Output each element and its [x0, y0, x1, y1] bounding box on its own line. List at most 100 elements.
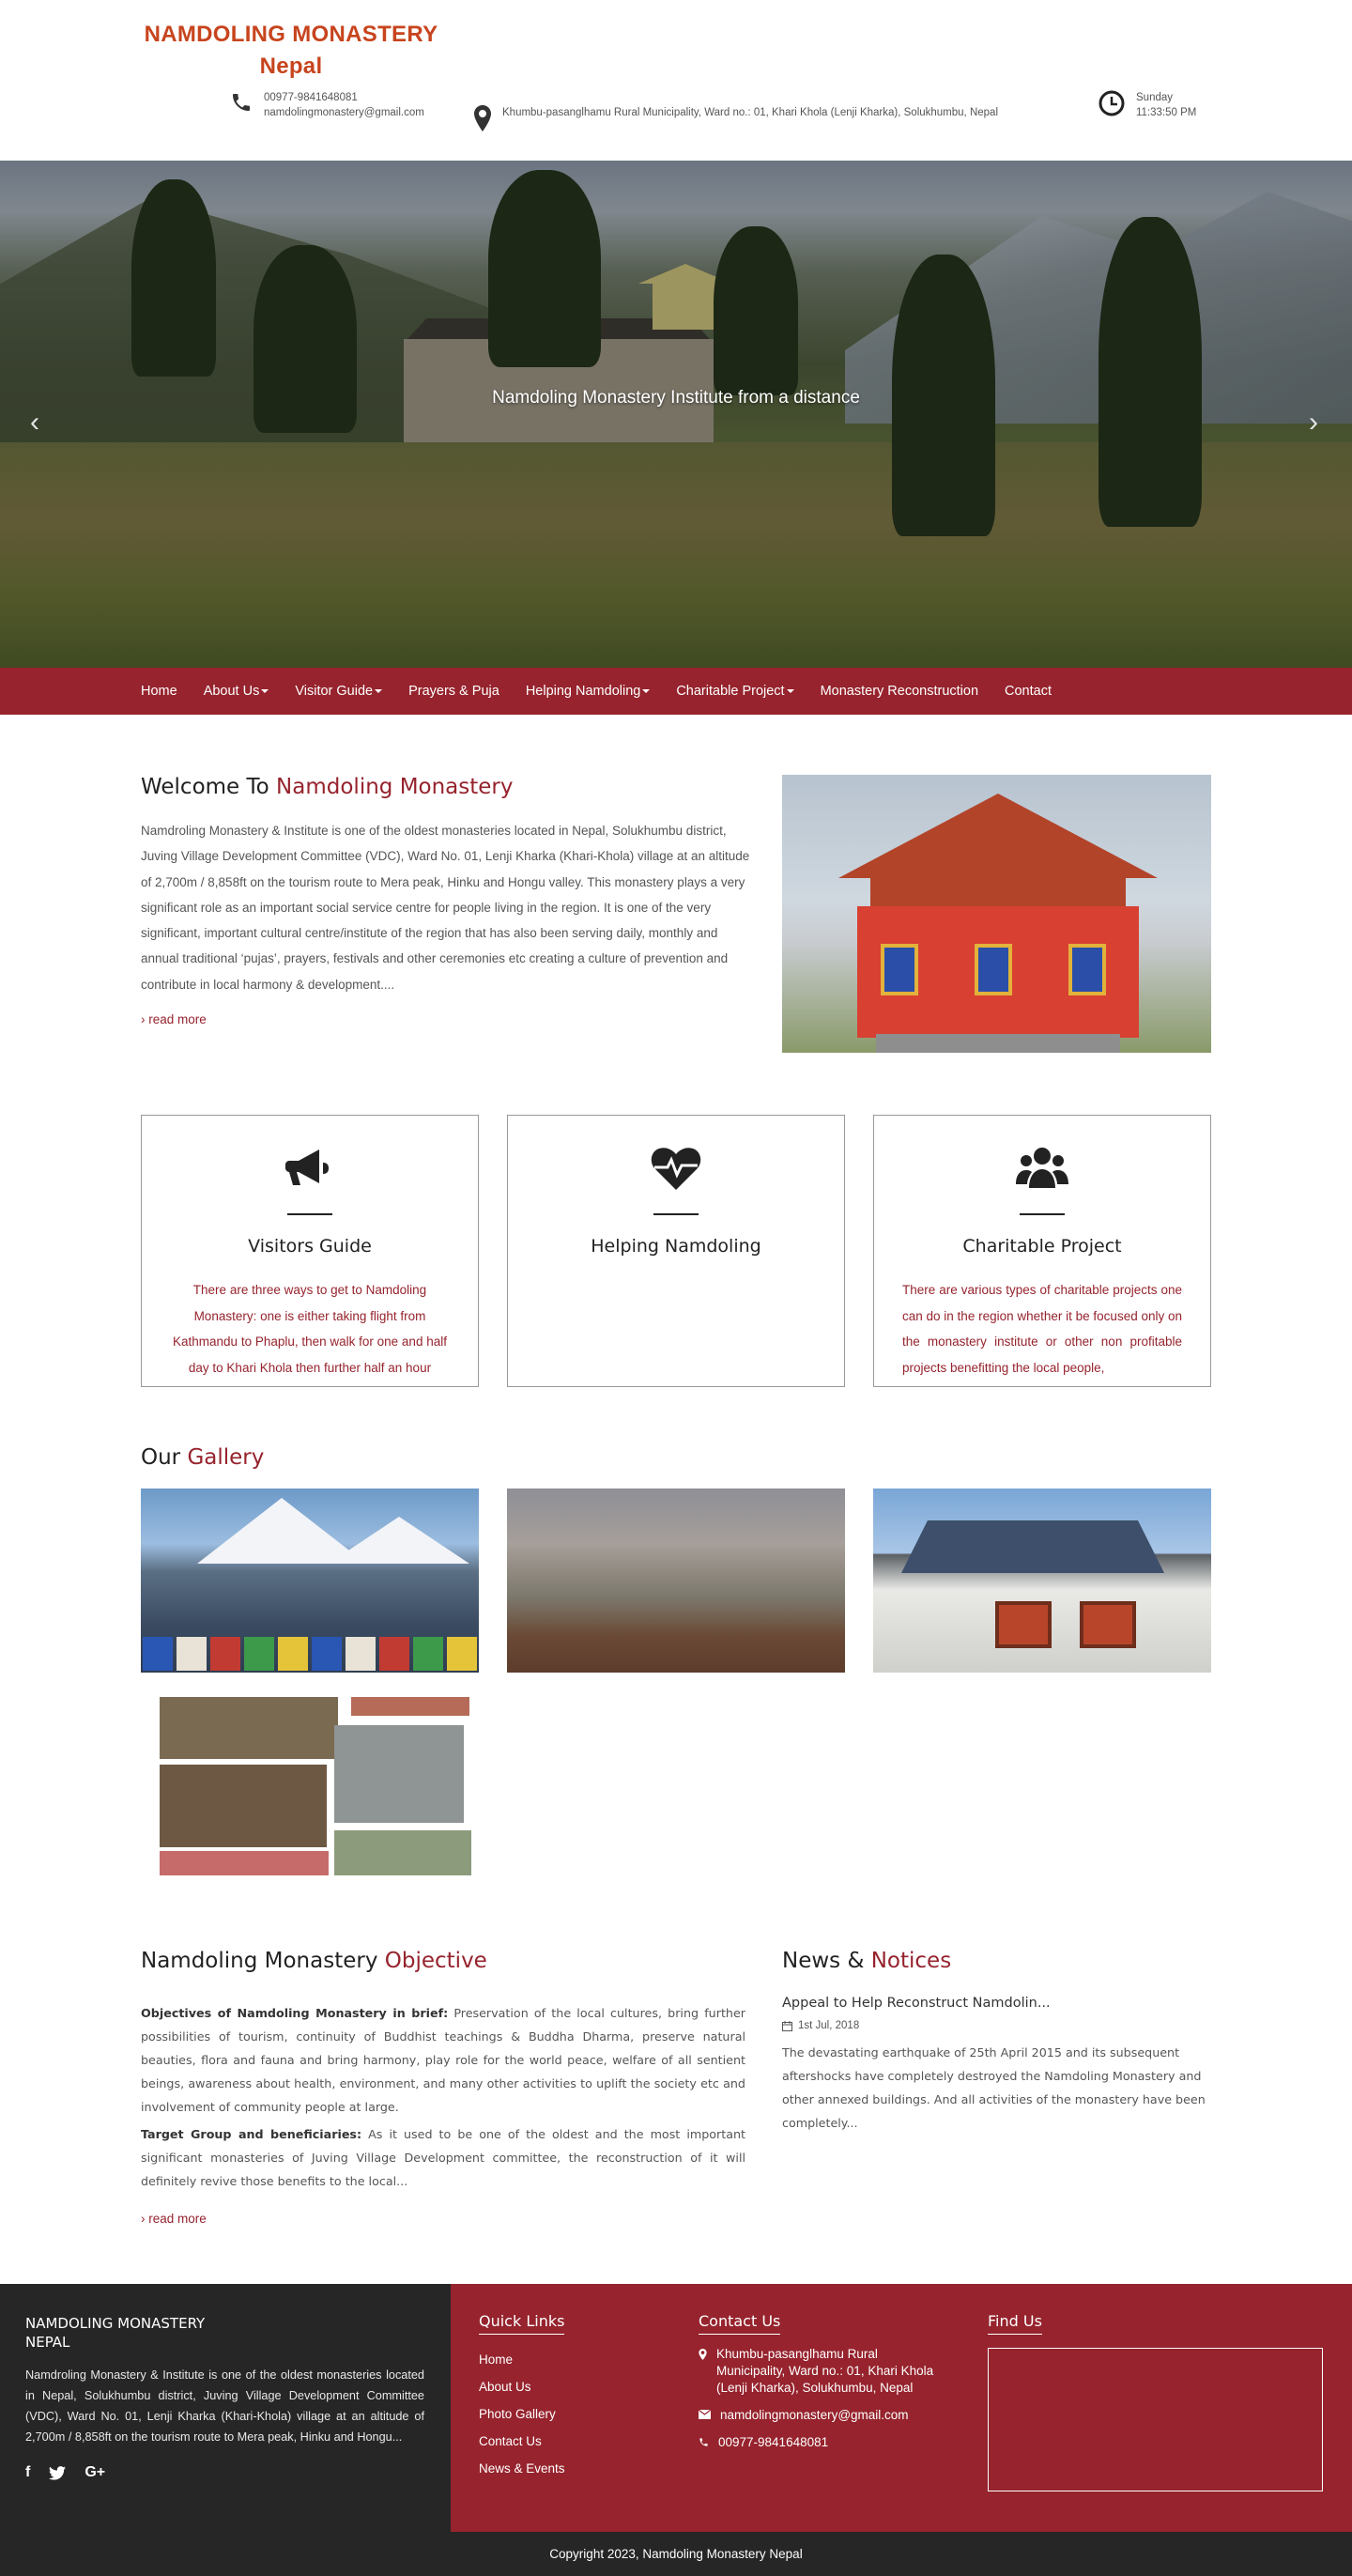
snow-peak — [197, 1498, 366, 1564]
header-time: 11:33:50 PM — [1136, 107, 1197, 118]
footer-brand: NAMDOLING MONASTERY NEPAL — [25, 2314, 424, 2352]
map-marker-icon — [699, 2349, 707, 2360]
header-phone[interactable]: 00977-9841648081 — [264, 90, 424, 105]
news-heading-accent: Notices — [870, 1949, 952, 1973]
google-plus-icon[interactable]: G+ — [84, 2464, 105, 2481]
header-address: Khumbu-pasanglhamu Rural Municipality, W… — [474, 105, 998, 131]
slider-prev-button[interactable]: ‹ — [30, 407, 39, 439]
header-address-text: Khumbu-pasanglhamu Rural Municipality, W… — [502, 107, 998, 118]
footer-about: NAMDOLING MONASTERY NEPAL Namdroling Mona… — [0, 2284, 451, 2532]
footer-link-about-us[interactable]: About Us — [479, 2373, 565, 2400]
nav-item-about-us[interactable]: About Us — [204, 684, 269, 699]
feature-boxes: Visitors Guide There are three ways to g… — [141, 1115, 1211, 1387]
collage-photo — [160, 1697, 338, 1759]
feature-text: There are various types of charitable pr… — [902, 1283, 1182, 1375]
phone-icon — [699, 2438, 708, 2446]
slider-next-button[interactable]: › — [1309, 407, 1318, 439]
welcome-heading-accent: Namdoling Monastery — [276, 775, 514, 799]
nav-label: Visitor Guide — [295, 684, 374, 699]
caret-down-icon — [261, 689, 269, 694]
collage-photo — [334, 1725, 464, 1823]
footer-email-text: namdolingmonastery@gmail.com — [720, 2408, 909, 2422]
footer-address: Khumbu-pasanglhamu Rural Municipality, W… — [699, 2346, 943, 2397]
objective-read-more-link[interactable]: › read more — [141, 2212, 207, 2226]
objective-p1-text: Preservation of the local cultures, brin… — [141, 2006, 745, 2114]
users-icon — [1016, 1148, 1068, 1188]
gallery-heading-plain: Our — [141, 1445, 181, 1470]
news-heading-plain: News & — [782, 1949, 865, 1973]
welcome-read-more-link[interactable]: › read more — [141, 1012, 207, 1026]
site-logo[interactable]: NAMDOLING MONASTERY Nepal — [141, 19, 441, 83]
objective-news-section: Namdoling Monastery Objective Objectives… — [141, 1949, 1211, 2228]
hero-caption: Namdoling Monastery Institute from a dis… — [492, 388, 860, 408]
nav-item-monastery-reconstruction[interactable]: Monastery Reconstruction — [821, 684, 978, 699]
clock-icon — [1098, 90, 1125, 116]
building-window — [1080, 1601, 1136, 1648]
prayer-flags — [141, 1626, 479, 1673]
caret-down-icon — [375, 689, 383, 694]
objective-p1-label: Objectives of Namdoling Monastery in bri… — [141, 2006, 449, 2020]
collage-photo — [160, 1765, 327, 1847]
feature-title: Visitors Guide — [248, 1236, 372, 1257]
nav-item-contact[interactable]: Contact — [1005, 684, 1052, 699]
gallery-image-reconstruction-collage[interactable] — [141, 1691, 479, 1875]
nav-label: Home — [141, 684, 177, 699]
map-embed[interactable] — [988, 2348, 1323, 2491]
feature-divider — [287, 1213, 332, 1215]
footer-email[interactable]: namdolingmonastery@gmail.com — [699, 2407, 943, 2424]
collage-photo — [351, 1697, 469, 1716]
footer-link-contact-us[interactable]: Contact Us — [479, 2428, 565, 2455]
temple-window — [1068, 944, 1106, 995]
temple-roof — [838, 794, 1158, 906]
gallery-image-mountains-flags[interactable] — [141, 1489, 479, 1673]
footer-address-text: Khumbu-pasanglhamu Rural Municipality, W… — [716, 2347, 934, 2395]
header-email[interactable]: namdolingmonastery@gmail.com — [264, 105, 424, 120]
nav-item-prayers-puja[interactable]: Prayers & Puja — [408, 684, 499, 699]
site-header: NAMDOLING MONASTERY Nepal 00977-98416480… — [0, 0, 1352, 161]
temple-window — [975, 944, 1012, 995]
objective-heading-plain: Namdoling Monastery — [141, 1949, 378, 1973]
footer-phone[interactable]: 00977-9841648081 — [699, 2434, 943, 2451]
footer-phone-text: 00977-9841648081 — [718, 2435, 829, 2449]
feature-card-charitable-project[interactable]: Charitable Project There are various typ… — [873, 1115, 1211, 1387]
feature-title: Helping Namdoling — [591, 1236, 761, 1257]
welcome-heading-plain: Welcome To — [141, 775, 269, 799]
welcome-section: Welcome To Namdoling Monastery Namdrolin… — [141, 775, 1211, 1053]
nav-item-helping-namdoling[interactable]: Helping Namdoling — [526, 684, 651, 699]
envelope-icon — [699, 2410, 711, 2419]
footer-link-home[interactable]: Home — [479, 2346, 565, 2373]
twitter-icon[interactable] — [49, 2465, 67, 2480]
news-item-title[interactable]: Appeal to Help Reconstruct Namdolin... — [782, 1996, 1211, 2011]
social-links: f G+ — [25, 2464, 424, 2481]
header-phone-email: 00977-9841648081 namdolingmonastery@gmai… — [230, 90, 424, 120]
footer-contact: Contact Us Khumbu-pasanglhamu Rural Muni… — [699, 2312, 943, 2461]
nav-item-visitor-guide[interactable]: Visitor Guide — [295, 684, 383, 699]
hero-slider: Namdoling Monastery Institute from a dis… — [0, 161, 1352, 668]
heartbeat-icon — [651, 1148, 701, 1190]
footer-link-photo-gallery[interactable]: Photo Gallery — [479, 2400, 565, 2428]
objective-column: Namdoling Monastery Objective Objectives… — [141, 1949, 745, 2228]
feature-card-helping-namdoling[interactable]: Helping Namdoling — [507, 1115, 845, 1387]
gallery-section: Our Gallery — [141, 1445, 1211, 1894]
quick-links-heading: Quick Links — [479, 2312, 565, 2335]
nav-label: Helping Namdoling — [525, 684, 641, 699]
snow-peak — [329, 1517, 469, 1564]
contact-heading: Contact Us — [699, 2312, 781, 2335]
news-column: News & Notices Appeal to Help Reconstruc… — [782, 1949, 1211, 2228]
building-roof — [901, 1520, 1164, 1573]
feature-card-visitors-guide[interactable]: Visitors Guide There are three ways to g… — [141, 1115, 479, 1387]
gallery-image-valley[interactable] — [507, 1489, 845, 1673]
news-heading: News & Notices — [782, 1949, 1211, 1973]
gallery-image-monastery-building[interactable] — [873, 1489, 1211, 1673]
nav-item-charitable-project[interactable]: Charitable Project — [676, 684, 794, 699]
footer-links-area: Quick Links Home About Us Photo Gallery … — [451, 2284, 1352, 2532]
map-pin-icon — [474, 105, 491, 131]
objective-paragraph-2: Target Group and beneficiaries: As it us… — [141, 2122, 745, 2193]
nav-item-home[interactable]: Home — [141, 684, 177, 699]
footer-link-news-events[interactable]: News & Events — [479, 2455, 565, 2482]
header-contact-row: 00977-9841648081 namdolingmonastery@gmai… — [230, 88, 1211, 131]
facebook-icon[interactable]: f — [25, 2464, 30, 2481]
gallery-heading-accent: Gallery — [187, 1445, 265, 1470]
hero-overlay — [0, 161, 1352, 668]
feature-divider — [1020, 1213, 1065, 1215]
